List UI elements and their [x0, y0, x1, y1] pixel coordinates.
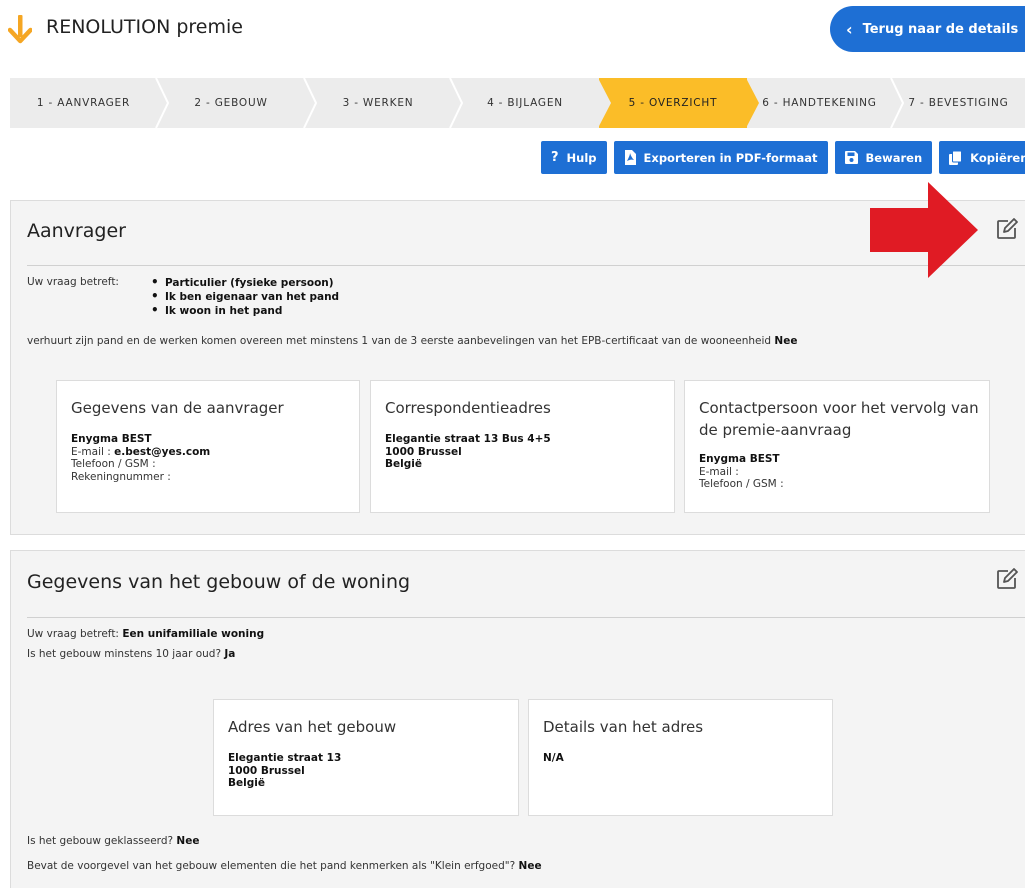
request-label: Uw vraag betreft:: [27, 628, 119, 640]
edit-icon[interactable]: [995, 217, 1019, 241]
phone-label: Telefoon / GSM :: [71, 458, 156, 470]
card-title: Gegevens van de aanvrager: [71, 399, 284, 417]
down-arrow-logo-icon: [8, 15, 32, 44]
card-title: Correspondentieadres: [385, 399, 551, 417]
copy-label: Kopiëren: [970, 150, 1025, 165]
step-aanvrager[interactable]: 1 - AANVRAGER: [10, 78, 169, 128]
card-title: Adres van het gebouw: [228, 718, 397, 736]
panel-title: Gegevens van het gebouw of de woning: [27, 571, 411, 593]
step-separator: [303, 78, 317, 128]
city: 1000 Brussel: [385, 445, 462, 458]
step-separator: [155, 78, 169, 128]
back-button-label: Terug naar de details: [862, 21, 1019, 37]
street: Elegantie straat 13: [228, 752, 342, 764]
step-bijlagen[interactable]: 4 - BIJLAGEN: [451, 78, 599, 128]
copy-button[interactable]: Kopiëren: [939, 141, 1025, 174]
country: België: [228, 777, 265, 789]
floppy-disk-icon: [844, 151, 858, 164]
step-bevestiging[interactable]: 7 - BEVESTIGING: [892, 78, 1025, 128]
age-line: Is het gebouw minstens 10 jaar oud? Ja: [27, 648, 235, 660]
step-label: 5 - OVERZICHT: [628, 97, 718, 109]
card-title: Details van het adres: [543, 718, 704, 736]
email-value: e.best@yes.com: [114, 445, 211, 458]
heritage-question: Bevat de voorgevel van het gebouw elemen…: [27, 860, 516, 872]
panel-divider: [27, 617, 1025, 618]
step-label: 4 - BIJLAGEN: [487, 97, 563, 109]
save-button[interactable]: Bewaren: [834, 141, 933, 174]
details-value: N/A: [543, 752, 564, 764]
request-label: Uw vraag betreft:: [27, 276, 119, 288]
phone-label: Telefoon / GSM :: [699, 478, 784, 490]
card-body: Enygma BEST E-mail : e.best@yes.com Tele…: [71, 433, 210, 483]
step-label: 1 - AANVRAGER: [36, 97, 131, 109]
age-answer: Ja: [224, 648, 236, 660]
applicant-name: Enygma BEST: [71, 433, 152, 445]
back-to-details-button[interactable]: ‹ Terug naar de details: [830, 6, 1025, 52]
address-details-card: Details van het adres N/A: [528, 699, 833, 816]
panel-title: Aanvrager: [27, 220, 126, 242]
pdf-file-icon: [624, 150, 636, 165]
step-separator: [890, 78, 904, 128]
street: Elegantie straat 13 Bus 4+5: [385, 433, 551, 445]
card-body: Enygma BEST E-mail : Telefoon / GSM :: [699, 453, 784, 491]
email-label: E-mail :: [699, 465, 739, 478]
rent-question: verhuurt zijn pand en de werken komen ov…: [27, 335, 772, 347]
step-label: 3 - WERKEN: [342, 97, 414, 109]
classified-question: Is het gebouw geklasseerd?: [27, 835, 174, 847]
edit-icon[interactable]: [995, 567, 1019, 591]
card-title: Contactpersoon voor het vervolg van de p…: [699, 399, 979, 439]
app-header: RENOLUTION premie ‹ Terug naar de detail…: [0, 0, 1025, 60]
copy-icon: [949, 150, 963, 165]
step-separator: [449, 78, 463, 128]
applicant-card: Gegevens van de aanvrager Enygma BEST E-…: [56, 380, 360, 513]
step-werken[interactable]: 3 - WERKEN: [305, 78, 463, 128]
request-line: Uw vraag betreft: Een unifamiliale wonin…: [27, 628, 264, 640]
step-progress-bar: 1 - AANVRAGER 2 - GEBOUW 3 - WERKEN 4 - …: [10, 78, 1025, 128]
gebouw-panel: Gegevens van het gebouw of de woning Uw …: [10, 550, 1025, 888]
request-bullet-list: Particulier (fysieke persoon) Ik ben eig…: [149, 275, 339, 318]
rent-question-line: verhuurt zijn pand en de werken komen ov…: [27, 335, 797, 347]
country: België: [385, 458, 422, 470]
account-label: Rekeningnummer :: [71, 470, 171, 483]
question-mark-icon: ?: [551, 150, 559, 165]
heritage-answer: Nee: [518, 860, 542, 872]
step-label: 7 - BEVESTIGING: [908, 97, 1009, 109]
email-row: E-mail : e.best@yes.com: [71, 446, 210, 459]
contact-card: Contactpersoon voor het vervolg van de p…: [684, 380, 990, 513]
heritage-line: Bevat de voorgevel van het gebouw elemen…: [27, 860, 542, 872]
city: 1000 Brussel: [228, 764, 305, 777]
card-body: Elegantie straat 13 1000 Brussel België: [228, 752, 341, 790]
card-body: Elegantie straat 13 Bus 4+5 1000 Brussel…: [385, 433, 551, 471]
red-annotation-arrow-icon: [870, 182, 978, 278]
age-question: Is het gebouw minstens 10 jaar oud?: [27, 648, 222, 660]
list-item: Ik woon in het pand: [149, 303, 339, 318]
correspondence-card: Correspondentieadres Elegantie straat 13…: [370, 380, 675, 513]
step-active-notch: [598, 78, 611, 128]
email-label: E-mail :: [71, 445, 111, 458]
step-label: 2 - GEBOUW: [194, 97, 268, 109]
export-label: Exporteren in PDF-formaat: [643, 150, 818, 165]
step-handtekening[interactable]: 6 - HANDTEKENING: [747, 78, 904, 128]
list-item: Ik ben eigenaar van het pand: [149, 289, 339, 304]
step-active-point: [746, 78, 759, 128]
building-address-card: Adres van het gebouw Elegantie straat 13…: [213, 699, 519, 816]
save-label: Bewaren: [865, 150, 923, 165]
action-toolbar: ? Hulp Exporteren in PDF-formaat Bewaren…: [541, 141, 1025, 174]
rent-answer: Nee: [774, 335, 798, 347]
export-pdf-button[interactable]: Exporteren in PDF-formaat: [613, 141, 828, 174]
app-title: RENOLUTION premie: [46, 16, 243, 38]
request-value: Een unifamiliale woning: [122, 628, 265, 640]
step-label: 6 - HANDTEKENING: [762, 97, 877, 109]
classified-answer: Nee: [176, 835, 200, 847]
help-label: Hulp: [566, 150, 597, 165]
chevron-left-icon: ‹: [846, 19, 853, 39]
help-button[interactable]: ? Hulp: [541, 141, 607, 174]
contact-name: Enygma BEST: [699, 453, 780, 465]
list-item: Particulier (fysieke persoon): [149, 275, 339, 290]
step-overzicht[interactable]: 5 - OVERZICHT: [598, 78, 759, 128]
classified-line: Is het gebouw geklasseerd? Nee: [27, 835, 199, 847]
step-gebouw[interactable]: 2 - GEBOUW: [157, 78, 317, 128]
